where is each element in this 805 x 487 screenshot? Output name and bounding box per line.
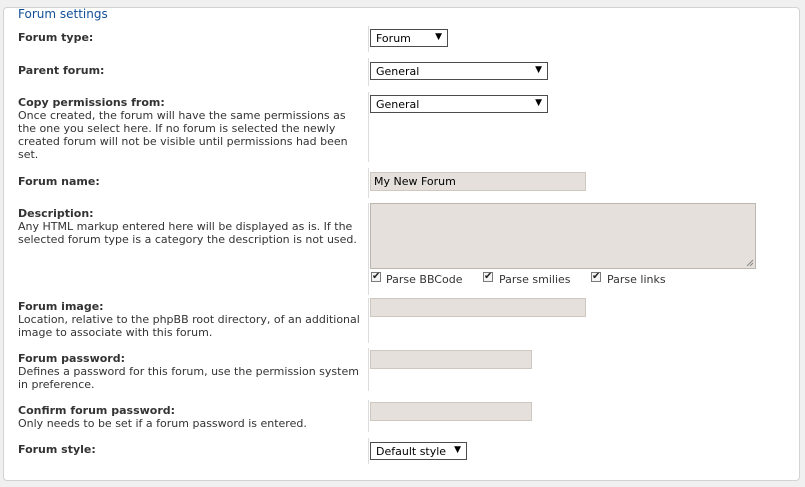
resize-grip-icon[interactable] bbox=[746, 259, 754, 267]
copy-permissions-select[interactable]: General ▼ bbox=[370, 95, 548, 113]
forum-image-desc-2: image to associate with this forum. bbox=[18, 326, 213, 339]
forum-name-label-block: Forum name: bbox=[18, 175, 368, 188]
parent-forum-label-block: Parent forum: bbox=[18, 64, 368, 77]
divider bbox=[368, 348, 369, 391]
copy-permissions-desc-3: created forum will not be visible until … bbox=[18, 135, 348, 148]
forum-settings-panel: Forum settings Forum type: Forum ▼ Paren… bbox=[3, 7, 800, 481]
confirm-password-label: Confirm forum password: bbox=[18, 404, 176, 417]
chevron-down-icon: ▼ bbox=[435, 32, 442, 42]
parse-links-checkbox[interactable]: ✔ bbox=[591, 272, 601, 282]
description-desc-1: Any HTML markup entered here will be dis… bbox=[18, 220, 353, 233]
copy-permissions-desc-2: the one you select here. If no forum is … bbox=[18, 122, 336, 135]
forum-type-select[interactable]: Forum ▼ bbox=[370, 29, 448, 47]
forum-type-label: Forum type: bbox=[18, 31, 94, 44]
forum-style-label: Forum style: bbox=[18, 443, 96, 456]
description-textarea[interactable] bbox=[370, 203, 756, 269]
parent-forum-label: Parent forum: bbox=[18, 64, 105, 77]
divider bbox=[368, 203, 369, 295]
divider bbox=[368, 298, 369, 343]
copy-permissions-desc-4: set. bbox=[18, 148, 39, 161]
forum-style-select[interactable]: Default style ▼ bbox=[370, 442, 467, 460]
parse-links-label: Parse links bbox=[607, 273, 666, 286]
forum-name-label: Forum name: bbox=[18, 175, 100, 188]
divider bbox=[368, 58, 369, 86]
divider bbox=[368, 400, 369, 432]
parent-forum-value: General bbox=[376, 65, 420, 78]
forum-type-value: Forum bbox=[376, 32, 411, 45]
forum-name-input[interactable]: My New Forum bbox=[370, 172, 586, 191]
copy-permissions-label: Copy permissions from: bbox=[18, 96, 165, 109]
divider bbox=[368, 438, 369, 464]
parse-bbcode-label: Parse BBCode bbox=[386, 273, 463, 286]
description-label: Description: bbox=[18, 207, 94, 220]
copy-permissions-desc-1: Once created, the forum will have the sa… bbox=[18, 109, 346, 122]
forum-type-label-block: Forum type: bbox=[18, 31, 368, 44]
parse-bbcode-checkbox[interactable]: ✔ bbox=[371, 272, 381, 282]
forum-image-desc-1: Location, relative to the phpBB root dir… bbox=[18, 313, 360, 326]
chevron-down-icon: ▼ bbox=[535, 98, 542, 108]
copy-permissions-value: General bbox=[376, 98, 420, 111]
forum-password-input[interactable] bbox=[370, 350, 532, 369]
parse-smilies-checkbox[interactable]: ✔ bbox=[483, 272, 493, 282]
forum-password-label: Forum password: bbox=[18, 352, 125, 365]
forum-style-value: Default style bbox=[376, 445, 447, 458]
divider bbox=[368, 168, 369, 198]
forum-style-label-block: Forum style: bbox=[18, 443, 368, 456]
forum-password-desc-2: in preference. bbox=[18, 378, 95, 391]
forum-image-input[interactable] bbox=[370, 298, 586, 317]
description-desc-2: selected forum type is a category the de… bbox=[18, 233, 357, 246]
chevron-down-icon: ▼ bbox=[535, 65, 542, 75]
description-label-block: Description: Any HTML markup entered her… bbox=[18, 207, 368, 246]
forum-settings-legend: Forum settings bbox=[18, 7, 108, 21]
forum-password-desc-1: Defines a password for this forum, use t… bbox=[18, 365, 359, 378]
forum-password-label-block: Forum password: Defines a password for t… bbox=[18, 352, 368, 391]
chevron-down-icon: ▼ bbox=[454, 445, 461, 455]
forum-image-label-block: Forum image: Location, relative to the p… bbox=[18, 300, 368, 339]
copy-permissions-label-block: Copy permissions from: Once created, the… bbox=[18, 96, 368, 161]
parent-forum-select[interactable]: General ▼ bbox=[370, 62, 548, 80]
parse-smilies-label: Parse smilies bbox=[499, 273, 571, 286]
confirm-password-desc-1: Only needs to be set if a forum password… bbox=[18, 417, 307, 430]
confirm-password-label-block: Confirm forum password: Only needs to be… bbox=[18, 404, 368, 430]
forum-image-label: Forum image: bbox=[18, 300, 104, 313]
confirm-password-input[interactable] bbox=[370, 402, 532, 421]
divider bbox=[368, 26, 369, 52]
divider bbox=[368, 92, 369, 162]
